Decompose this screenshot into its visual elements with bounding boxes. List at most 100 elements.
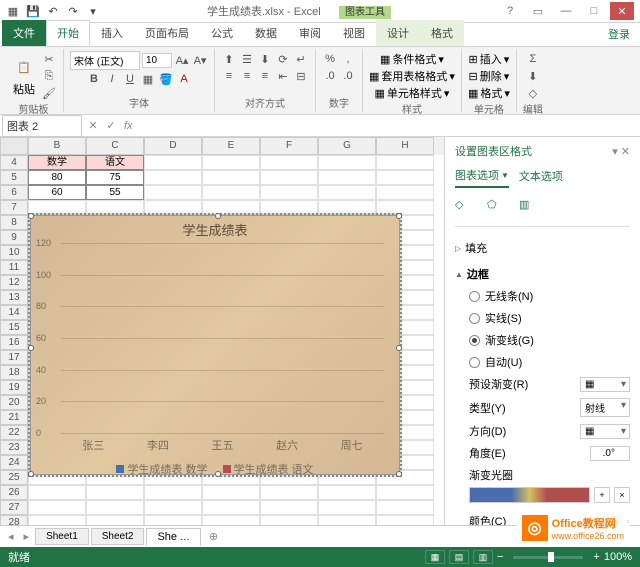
border-icon[interactable]: ▦ <box>140 71 156 87</box>
cell[interactable] <box>86 200 144 215</box>
cell[interactable] <box>28 515 86 525</box>
gradient-direction-combo[interactable]: ▦ <box>580 424 630 439</box>
save-icon[interactable]: 💾 <box>24 2 42 20</box>
tab-file[interactable]: 文件 <box>2 20 46 46</box>
gradient-stops-bar[interactable] <box>469 487 590 503</box>
cell[interactable] <box>376 185 434 200</box>
chart-object[interactable]: 学生成绩表 020406080100120 张三李四王五赵六周七 学生成绩表 数… <box>30 215 400 475</box>
cell[interactable] <box>376 485 434 500</box>
cell[interactable] <box>318 485 376 500</box>
row-header[interactable]: 5 <box>0 170 28 185</box>
row-header[interactable]: 12 <box>0 275 28 290</box>
task-pane-close-icon[interactable]: ▾ ✕ <box>612 145 630 158</box>
resize-handle[interactable] <box>396 471 402 477</box>
cell[interactable] <box>86 515 144 525</box>
fill-color-icon[interactable]: 🪣 <box>158 71 174 87</box>
sheet-nav-next-icon[interactable]: ▸ <box>20 530 34 543</box>
cell[interactable]: 数学 <box>28 155 86 170</box>
cell[interactable] <box>144 485 202 500</box>
number-format-icon[interactable]: % <box>322 51 338 67</box>
view-normal-icon[interactable]: ▦ <box>425 550 445 564</box>
copy-icon[interactable]: ⎘ <box>41 68 57 84</box>
cell[interactable] <box>318 500 376 515</box>
enter-icon[interactable]: ✓ <box>102 117 120 135</box>
section-border[interactable]: ▲边框 <box>455 263 630 285</box>
legend-item[interactable]: 学生成绩表 语文 <box>223 461 314 477</box>
row-header[interactable]: 8 <box>0 215 28 230</box>
cell[interactable] <box>376 170 434 185</box>
cell[interactable] <box>376 155 434 170</box>
insert-cells-button[interactable]: ⊞ 插入▾ <box>469 51 510 67</box>
view-pagebreak-icon[interactable]: ▥ <box>473 550 493 564</box>
excel-icon[interactable]: ▦ <box>4 2 22 20</box>
radio-auto-line[interactable]: 自动(U) <box>469 351 630 373</box>
cut-icon[interactable]: ✂ <box>41 51 57 67</box>
row-header[interactable]: 27 <box>0 500 28 515</box>
merge-icon[interactable]: ⊟ <box>293 68 309 84</box>
format-painter-icon[interactable]: 🖌 <box>41 85 57 101</box>
tab-review[interactable]: 审阅 <box>288 20 332 46</box>
radio-no-line[interactable]: 无线条(N) <box>469 285 630 307</box>
cell[interactable]: 80 <box>28 170 86 185</box>
col-header[interactable]: D <box>144 137 202 155</box>
row-header[interactable]: 15 <box>0 320 28 335</box>
cell[interactable] <box>144 500 202 515</box>
row-header[interactable]: 10 <box>0 245 28 260</box>
undo-icon[interactable]: ↶ <box>44 2 62 20</box>
tab-format[interactable]: 格式 <box>420 20 464 46</box>
resize-handle[interactable] <box>396 213 402 219</box>
help-icon[interactable]: ? <box>498 2 522 20</box>
sheet-nav-prev-icon[interactable]: ◂ <box>4 530 18 543</box>
fx-icon[interactable]: fx <box>120 120 137 132</box>
tab-formula[interactable]: 公式 <box>200 20 244 46</box>
cell[interactable] <box>86 500 144 515</box>
cell[interactable] <box>86 485 144 500</box>
resize-handle[interactable] <box>396 345 402 351</box>
dec-decimal-icon[interactable]: .0 <box>340 68 356 84</box>
wrap-text-icon[interactable]: ↵ <box>293 51 309 67</box>
view-layout-icon[interactable]: ▤ <box>449 550 469 564</box>
align-center-icon[interactable]: ≡ <box>239 68 255 84</box>
cell[interactable] <box>202 515 260 525</box>
radio-solid-line[interactable]: 实线(S) <box>469 307 630 329</box>
gradient-type-combo[interactable]: 射线 <box>580 398 630 417</box>
format-cells-button[interactable]: ▦ 格式▾ <box>468 85 510 101</box>
zoom-level[interactable]: 100% <box>604 551 632 563</box>
grow-font-icon[interactable]: A▴ <box>174 53 190 69</box>
worksheet-grid[interactable]: B C D E F G H 45678910111213141516171819… <box>0 137 444 525</box>
size-props-icon[interactable]: ▥ <box>519 198 539 218</box>
cell[interactable] <box>144 170 202 185</box>
paste-button[interactable]: 📋 粘贴 <box>10 53 38 99</box>
inc-decimal-icon[interactable]: .0 <box>322 68 338 84</box>
preset-gradient-combo[interactable]: ▦ <box>580 377 630 392</box>
cell[interactable] <box>260 485 318 500</box>
row-header[interactable]: 14 <box>0 305 28 320</box>
row-header[interactable]: 19 <box>0 380 28 395</box>
indent-dec-icon[interactable]: ⇤ <box>275 68 291 84</box>
cell[interactable] <box>318 185 376 200</box>
delete-cells-button[interactable]: ⊟ 删除▾ <box>469 68 510 84</box>
row-header[interactable]: 23 <box>0 440 28 455</box>
col-header[interactable]: G <box>318 137 376 155</box>
row-header[interactable]: 24 <box>0 455 28 470</box>
name-box[interactable]: 图表 2 <box>2 115 82 137</box>
font-color-icon[interactable]: A <box>176 71 192 87</box>
table-format-button[interactable]: ▦ 套用表格格式▾ <box>369 68 455 84</box>
cell[interactable] <box>260 515 318 525</box>
fill-line-icon[interactable]: ◇ <box>455 198 475 218</box>
maximize-icon[interactable]: □ <box>582 2 606 20</box>
tab-home[interactable]: 开始 <box>46 20 90 46</box>
resize-handle[interactable] <box>28 345 34 351</box>
sheet-tab[interactable]: Sheet1 <box>35 528 89 545</box>
tab-page-layout[interactable]: 页面布局 <box>134 20 200 46</box>
col-header[interactable]: F <box>260 137 318 155</box>
chart-plot-area[interactable]: 020406080100120 <box>61 243 384 433</box>
zoom-in-icon[interactable]: + <box>593 551 599 563</box>
cell[interactable] <box>202 500 260 515</box>
cell[interactable] <box>318 155 376 170</box>
cell[interactable] <box>260 170 318 185</box>
align-right-icon[interactable]: ≡ <box>257 68 273 84</box>
cell[interactable] <box>260 155 318 170</box>
cell[interactable] <box>318 170 376 185</box>
row-header[interactable]: 21 <box>0 410 28 425</box>
